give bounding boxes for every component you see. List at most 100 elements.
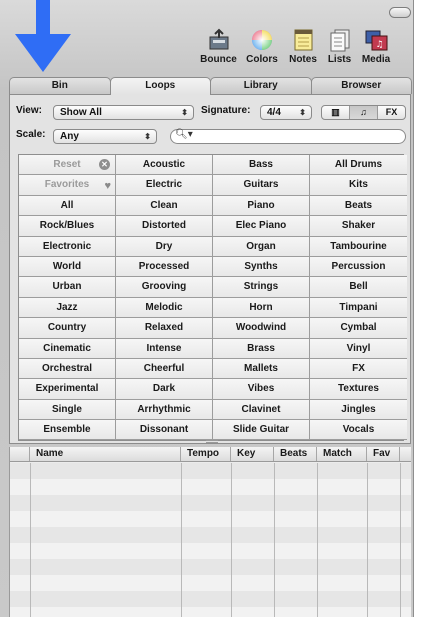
colors-button[interactable]: Colors (241, 28, 283, 70)
column-divider (274, 463, 275, 617)
column-divider (231, 463, 232, 617)
keyword-button[interactable]: Organ (213, 236, 310, 257)
keyword-label: Jingles (341, 403, 376, 415)
keyword-button[interactable]: Country (19, 318, 116, 339)
keyword-button[interactable]: Woodwind (213, 318, 310, 339)
tab-loops[interactable]: Loops (109, 77, 211, 95)
keyword-button[interactable]: Piano (213, 195, 310, 217)
keyword-button[interactable]: Arrhythmic (116, 399, 213, 421)
column-divider (30, 463, 31, 617)
favorites-button[interactable]: Favorites ♥ (19, 175, 116, 196)
keyword-button[interactable]: Jazz (19, 297, 116, 319)
toolbar-toggle-button[interactable] (389, 7, 411, 18)
keyword-button[interactable]: Jingles (310, 399, 407, 421)
keyword-button[interactable]: Intense (116, 338, 213, 359)
keyword-button[interactable]: Percussion (310, 256, 407, 278)
keyword-button[interactable]: Rock/Blues (19, 216, 116, 237)
keyword-button[interactable]: Horn (213, 297, 310, 319)
keyword-button[interactable]: Cymbal (310, 318, 407, 339)
keyword-button[interactable]: Grooving (116, 277, 213, 298)
keyword-button[interactable]: Elec Piano (213, 216, 310, 237)
keyword-button[interactable]: Electronic (19, 236, 116, 257)
resize-handle[interactable] (206, 440, 218, 443)
keyword-button[interactable]: Vocals (310, 420, 407, 441)
keyword-button[interactable]: Electric (116, 175, 213, 196)
keyword-button[interactable]: Processed (116, 256, 213, 278)
column-divider (367, 463, 368, 617)
bounce-label: Bounce (200, 54, 237, 65)
keyword-button[interactable]: Bass (213, 155, 310, 176)
keyword-button[interactable]: Beats (310, 195, 407, 217)
keyword-button[interactable]: FX (310, 358, 407, 380)
keyword-button[interactable]: All (19, 195, 116, 217)
keyword-label: Single (51, 403, 82, 415)
bounce-button[interactable]: Bounce (196, 28, 241, 70)
search-input[interactable]: 🔍︎▾ (170, 129, 406, 144)
tab-browser[interactable]: Browser (310, 77, 412, 94)
keyword-button[interactable]: Mallets (213, 358, 310, 380)
column-view-button[interactable]: ▥ (322, 106, 350, 119)
keyword-button[interactable]: Experimental (19, 379, 116, 400)
notepad-icon (294, 29, 313, 51)
tab-library[interactable]: Library (210, 77, 312, 94)
keyword-button[interactable]: Cinematic (19, 338, 116, 359)
keyword-button[interactable]: Guitars (213, 175, 310, 196)
media-button[interactable]: ♫ Media (356, 28, 396, 70)
keyword-label: All Drums (334, 159, 383, 170)
column-header-key[interactable]: Key (231, 447, 274, 461)
column-divider (181, 463, 182, 617)
colors-label: Colors (246, 54, 278, 65)
keyword-label: Clean (150, 199, 178, 211)
media-icon: ♫ (365, 30, 388, 51)
keyword-button[interactable]: Shaker (310, 216, 407, 237)
keyword-button[interactable]: Acoustic (116, 155, 213, 176)
column-header-fav[interactable]: Fav (367, 447, 400, 461)
keyword-label: Arrhythmic (137, 403, 191, 415)
keyword-button[interactable]: Synths (213, 256, 310, 278)
keyword-button[interactable]: Clean (116, 195, 213, 217)
keyword-button[interactable]: All Drums (310, 155, 407, 176)
column-header-tempo[interactable]: Tempo (181, 447, 231, 461)
keyword-button[interactable]: Brass (213, 338, 310, 359)
reset-button[interactable]: Reset ✕ (19, 155, 116, 176)
keyword-button[interactable]: Melodic (116, 297, 213, 319)
keyword-button[interactable]: Orchestral (19, 358, 116, 380)
column-header-name[interactable]: Name (30, 447, 181, 461)
keyword-label: Tambourine (330, 240, 387, 252)
keyword-button[interactable]: Clavinet (213, 399, 310, 421)
keyword-button[interactable]: Tambourine (310, 236, 407, 257)
column-header-match[interactable]: Match (317, 447, 367, 461)
keyword-button[interactable]: Kits (310, 175, 407, 196)
keyword-button[interactable]: Bell (310, 277, 407, 298)
keyword-button[interactable]: Vibes (213, 379, 310, 400)
lists-button[interactable]: Lists (323, 28, 356, 70)
keyword-button[interactable]: Dissonant (116, 420, 213, 441)
keyword-button[interactable]: World (19, 256, 116, 278)
notes-button[interactable]: Notes (283, 28, 323, 70)
browser-tabs: Bin Loops Library Browser (9, 77, 412, 95)
view-select[interactable]: Show All ⬍ (53, 105, 194, 120)
keyword-button[interactable]: Textures (310, 379, 407, 400)
keyword-button[interactable]: Dark (116, 379, 213, 400)
keyword-button[interactable]: Dry (116, 236, 213, 257)
keyword-label: Cinematic (43, 342, 91, 354)
keyword-button[interactable]: Cheerful (116, 358, 213, 380)
keyword-button[interactable]: Timpani (310, 297, 407, 319)
keyword-button[interactable]: Strings (213, 277, 310, 298)
tab-bin[interactable]: Bin (9, 77, 111, 94)
scale-select[interactable]: Any ⬍ (53, 129, 157, 144)
keyword-button[interactable]: Distorted (116, 216, 213, 237)
music-view-button[interactable]: ♫ (350, 106, 378, 119)
column-header-beats[interactable]: Beats (274, 447, 317, 461)
keyword-button[interactable]: Relaxed (116, 318, 213, 339)
keyword-button[interactable]: Slide Guitar (213, 420, 310, 441)
signature-select[interactable]: 4/4 ⬍ (260, 105, 312, 120)
keyword-button[interactable]: Vinyl (310, 338, 407, 359)
keyword-button[interactable]: Single (19, 399, 116, 421)
keyword-button[interactable]: Urban (19, 277, 116, 298)
signature-value: 4/4 (267, 107, 281, 118)
fx-view-button[interactable]: FX (378, 106, 405, 119)
keyword-button[interactable]: Ensemble (19, 420, 116, 441)
table-header: Name Tempo Key Beats Match Fav (10, 447, 411, 462)
table-body[interactable] (10, 463, 411, 617)
